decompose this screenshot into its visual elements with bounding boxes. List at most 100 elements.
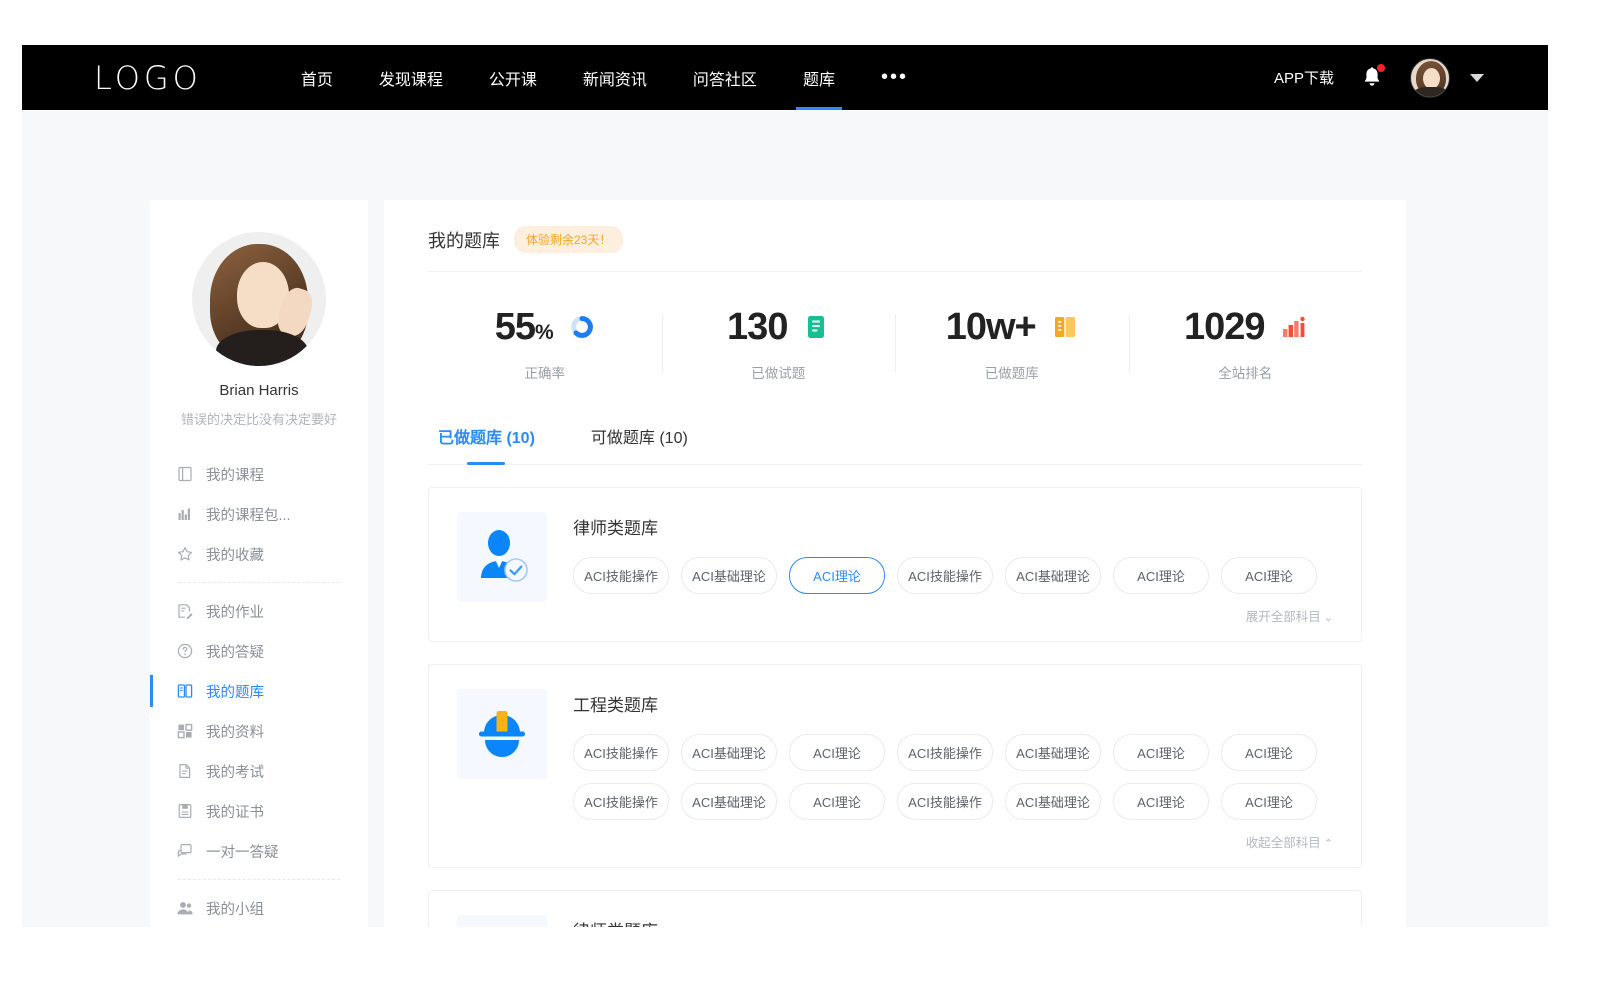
nav-item-4[interactable]: 问答社区 bbox=[670, 45, 780, 110]
subject-tag[interactable]: ACI理论 bbox=[789, 783, 885, 820]
main-panel: 我的题库 体验剩余23天！ 55% 正确率 130 已做试题 10w+ bbox=[384, 200, 1406, 927]
card-thumbnail bbox=[457, 915, 547, 927]
question-circle-icon bbox=[176, 642, 194, 660]
subject-tag[interactable]: ACI基础理论 bbox=[681, 783, 777, 820]
red-rank-icon bbox=[1281, 315, 1307, 339]
sidebar-item-10[interactable]: 我的小组 bbox=[150, 888, 368, 927]
header-avatar[interactable] bbox=[1410, 58, 1450, 98]
question-bank-icon bbox=[176, 682, 194, 700]
site-logo[interactable]: LOGO bbox=[94, 59, 202, 97]
subject-tag[interactable]: ACI基础理论 bbox=[681, 557, 777, 594]
tab-bar: 已做题库 (10) 可做题库 (10) bbox=[428, 418, 1362, 465]
stat-number: 55 bbox=[495, 306, 535, 348]
stat-card-0: 55% 正确率 bbox=[428, 278, 662, 408]
sidebar-item-2[interactable]: 我的收藏 bbox=[150, 534, 368, 574]
tab-1[interactable]: 可做题库 (10) bbox=[589, 418, 690, 464]
stat-suffix: % bbox=[535, 321, 553, 344]
nav-more-button[interactable]: ••• bbox=[858, 45, 931, 110]
sidebar-item-3[interactable]: 我的作业 bbox=[150, 591, 368, 631]
page-title: 我的题库 bbox=[428, 227, 500, 253]
sidebar-item-5[interactable]: 我的题库 bbox=[150, 671, 368, 711]
donut-chart-icon bbox=[569, 314, 595, 340]
sidebar-item-0[interactable]: 我的课程 bbox=[150, 454, 368, 494]
subject-tag[interactable]: ACI技能操作 bbox=[573, 783, 669, 820]
nav-item-1[interactable]: 发现课程 bbox=[356, 45, 466, 110]
stat-value-row: 1029 bbox=[1129, 308, 1363, 346]
card-body: 律师类题库ACI技能操作ACI基础理论ACI理论ACI技能操作ACI基础理论AC… bbox=[573, 512, 1335, 625]
sidebar-item-7[interactable]: 我的考试 bbox=[150, 751, 368, 791]
bar-chart-icon bbox=[176, 505, 194, 523]
sidebar-item-4[interactable]: 我的答疑 bbox=[150, 631, 368, 671]
subject-tag[interactable]: ACI理论 bbox=[1221, 557, 1317, 594]
subject-tag[interactable]: ACI理论 bbox=[789, 557, 885, 594]
stat-label: 已做题库 bbox=[895, 362, 1129, 382]
subject-tag[interactable]: ACI基础理论 bbox=[681, 734, 777, 771]
sidebar-item-label: 我的资料 bbox=[206, 721, 264, 742]
nav-item-5[interactable]: 题库 bbox=[780, 45, 858, 110]
stat-value-row: 130 bbox=[662, 308, 896, 346]
stat-number: 10w+ bbox=[946, 306, 1036, 348]
sidebar-item-label: 我的收藏 bbox=[206, 544, 264, 565]
subject-tag[interactable]: ACI理论 bbox=[789, 734, 885, 771]
subject-tag[interactable]: ACI基础理论 bbox=[1005, 734, 1101, 771]
subject-tag[interactable]: ACI理论 bbox=[1113, 734, 1209, 771]
red-rank-icon bbox=[1281, 314, 1307, 340]
subject-tag[interactable]: ACI理论 bbox=[1113, 783, 1209, 820]
sidebar-item-label: 我的课程包... bbox=[206, 504, 291, 525]
sidebar: Brian Harris 错误的决定比没有决定要好 我的课程我的课程包...我的… bbox=[150, 200, 368, 927]
expand-subjects-link[interactable]: 收起全部科目⌃ bbox=[573, 832, 1335, 851]
expand-subjects-link[interactable]: 展开全部科目⌄ bbox=[573, 606, 1335, 625]
sidebar-item-label: 我的答疑 bbox=[206, 641, 264, 662]
card-thumbnail bbox=[457, 512, 547, 602]
notification-bell-button[interactable] bbox=[1360, 65, 1384, 91]
tag-row: ACI技能操作 ACI基础理论 ACI理论 ACI技能操作 ACI基础理论 ACI理论 AC… bbox=[573, 734, 1335, 771]
subject-tag[interactable]: ACI理论 bbox=[1221, 734, 1317, 771]
profile-avatar[interactable] bbox=[192, 232, 326, 366]
sidebar-item-9[interactable]: 一对一答疑 bbox=[150, 831, 368, 871]
header-right-actions: APP下载 bbox=[1274, 58, 1484, 98]
stat-value-row: 10w+ bbox=[895, 308, 1129, 346]
card-thumbnail bbox=[457, 689, 547, 779]
subject-tag[interactable]: ACI技能操作 bbox=[573, 557, 669, 594]
file-icon bbox=[176, 762, 194, 780]
stat-value: 1029 bbox=[1184, 308, 1265, 346]
account-chevron-down-icon[interactable] bbox=[1470, 74, 1484, 82]
chat-icon bbox=[176, 842, 194, 860]
subject-tag[interactable]: ACI技能操作 bbox=[897, 734, 993, 771]
nav-item-2[interactable]: 公开课 bbox=[466, 45, 560, 110]
subject-tag[interactable]: ACI技能操作 bbox=[897, 783, 993, 820]
subject-tag[interactable]: ACI基础理论 bbox=[1005, 557, 1101, 594]
sidebar-item-6[interactable]: 我的资料 bbox=[150, 711, 368, 751]
stat-value: 130 bbox=[727, 308, 787, 346]
sidebar-item-label: 我的小组 bbox=[206, 898, 264, 919]
body-area: Brian Harris 错误的决定比没有决定要好 我的课程我的课程包...我的… bbox=[22, 110, 1548, 927]
question-bank-card: 律师类题库ACI技能操作ACI基础理论ACI理论ACI技能操作ACI基础理论AC… bbox=[428, 890, 1362, 927]
app-download-link[interactable]: APP下载 bbox=[1274, 67, 1334, 88]
tag-row: ACI技能操作 ACI基础理论 ACI理论 ACI技能操作 ACI基础理论 ACI理论 AC… bbox=[573, 557, 1335, 594]
tab-0[interactable]: 已做题库 (10) bbox=[436, 418, 537, 464]
grid-icon bbox=[176, 722, 194, 740]
card-body: 工程类题库ACI技能操作ACI基础理论ACI理论ACI技能操作ACI基础理论AC… bbox=[573, 689, 1335, 851]
subject-tag[interactable]: ACI理论 bbox=[1221, 783, 1317, 820]
nav-item-0[interactable]: 首页 bbox=[278, 45, 356, 110]
sidebar-item-label: 一对一答疑 bbox=[206, 841, 279, 862]
stat-card-3: 1029 全站排名 bbox=[1129, 278, 1363, 408]
book-icon bbox=[176, 465, 194, 483]
stat-number: 130 bbox=[727, 306, 787, 348]
sidebar-item-8[interactable]: 我的证书 bbox=[150, 791, 368, 831]
question-bank-icon bbox=[176, 682, 194, 700]
nav-item-3[interactable]: 新闻资讯 bbox=[560, 45, 670, 110]
avatar-body bbox=[216, 330, 308, 366]
users-icon bbox=[176, 899, 194, 917]
chevron-up-icon: ⌃ bbox=[1324, 838, 1333, 850]
stat-card-1: 130 已做试题 bbox=[662, 278, 896, 408]
stat-value: 55% bbox=[495, 308, 553, 346]
question-circle-icon bbox=[176, 642, 194, 660]
subject-tag[interactable]: ACI技能操作 bbox=[897, 557, 993, 594]
card-title: 律师类题库 bbox=[573, 917, 1335, 927]
star-icon bbox=[176, 545, 194, 563]
subject-tag[interactable]: ACI理论 bbox=[1113, 557, 1209, 594]
subject-tag[interactable]: ACI技能操作 bbox=[573, 734, 669, 771]
sidebar-item-1[interactable]: 我的课程包... bbox=[150, 494, 368, 534]
subject-tag[interactable]: ACI基础理论 bbox=[1005, 783, 1101, 820]
